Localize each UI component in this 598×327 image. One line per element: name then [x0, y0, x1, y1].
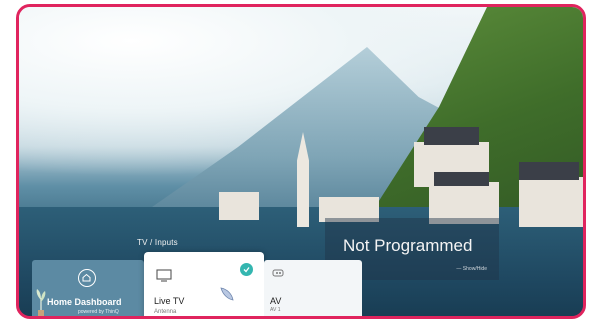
av-input-card[interactable]: AV AV 1 [264, 260, 362, 316]
roof [519, 162, 579, 180]
pointer-cursor-icon [220, 287, 234, 301]
program-title: Not Programmed [343, 236, 473, 255]
av-sublabel: AV 1 [270, 307, 281, 313]
house [519, 177, 583, 227]
home-dashboard-label: Home Dashboard [47, 297, 122, 307]
church-spire [297, 132, 309, 227]
section-label: TV / Inputs [137, 238, 178, 247]
live-tv-sublabel: Antenna [154, 309, 177, 315]
village [199, 122, 583, 232]
live-tv-card[interactable]: Live TV Antenna [144, 252, 264, 316]
tv-icon [156, 269, 172, 282]
av-label: AV [270, 296, 282, 306]
thinq-label: powered by ThinQ [78, 309, 119, 315]
tv-screen: Not Programmed — Show/Hide TV / Inputs H… [16, 4, 586, 319]
house [219, 192, 259, 220]
roof [424, 127, 479, 145]
selected-check-icon [240, 263, 253, 276]
live-tv-label: Live TV [154, 296, 185, 306]
roof [434, 172, 489, 186]
program-subtitle: — Show/Hide [456, 266, 487, 272]
av-input-icon [272, 269, 284, 277]
home-dashboard-card[interactable]: Home Dashboard powered by ThinQ [32, 260, 144, 316]
home-icon [78, 269, 96, 287]
plant-decoration [36, 289, 46, 316]
